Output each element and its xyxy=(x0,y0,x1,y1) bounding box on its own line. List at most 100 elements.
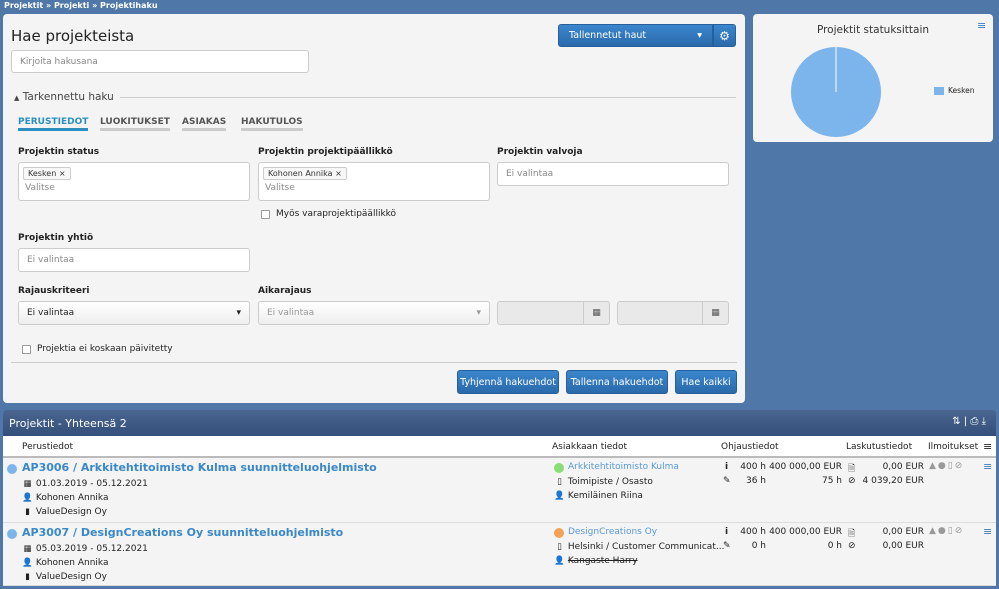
caret-down-icon: ▾ xyxy=(476,308,481,318)
divider xyxy=(11,362,737,363)
criteria-select[interactable]: Ei valintaa ▾ xyxy=(18,301,250,325)
caret-up-icon: ▲ xyxy=(14,94,20,102)
clear-button[interactable]: Tyhjennä hakuehdot xyxy=(457,370,559,394)
save-search-button[interactable]: Tallenna hakuehdot xyxy=(566,370,668,394)
search-all-button[interactable]: Hae kaikki xyxy=(675,370,737,394)
col-asiakkaan-tiedot: Asiakkaan tiedot xyxy=(552,442,628,452)
time-select[interactable]: Ei valintaa ▾ xyxy=(258,301,490,325)
user-icon: 👤 xyxy=(554,556,565,566)
other-hours: 75 h xyxy=(821,476,842,486)
manager-multiselect[interactable]: Kohonen Annika × Valitse xyxy=(258,162,490,201)
ban-icon: ⊘ xyxy=(848,476,856,486)
budget-eur: 400 000,00 EUR xyxy=(769,462,842,472)
company-select[interactable]: Ei valintaa xyxy=(18,248,250,272)
col-ilmoitukset: Ilmoitukset xyxy=(928,442,979,452)
invoiced-amount: 0,00 EUR xyxy=(882,527,924,537)
calendar-icon[interactable]: ▦ xyxy=(583,302,609,324)
time-label: Aikarajaus xyxy=(258,286,312,296)
document-icon: 🗎 xyxy=(848,529,856,539)
legend-item[interactable]: Kesken xyxy=(934,86,975,95)
tab-luokitukset[interactable]: LUOKITUKSET xyxy=(100,117,170,131)
project-company: ValueDesign Oy xyxy=(35,507,107,517)
ban-icon: ⊘ xyxy=(954,461,965,471)
download-icon[interactable]: ⤓ xyxy=(982,416,986,427)
advanced-search-toggle[interactable]: ▲ Tarkennettu haku xyxy=(14,91,114,103)
chart-title: Projektit statuksittain xyxy=(816,24,930,36)
never-updated-checkbox[interactable] xyxy=(22,344,31,354)
customer-link[interactable]: Arkkitehtitoimisto Kulma xyxy=(568,462,679,472)
budget-eur: 400 000,00 EUR xyxy=(769,527,842,537)
used-hours: 36 h xyxy=(745,476,766,486)
legend-swatch xyxy=(934,86,944,95)
uninvoiced-amount: 0,00 EUR xyxy=(882,541,924,551)
print-icon[interactable]: ⎙ xyxy=(970,416,978,427)
tab-perustiedot[interactable]: PERUSTIEDOT xyxy=(18,117,89,131)
row-menu-icon[interactable]: ≡ xyxy=(983,525,992,538)
document-icon: 🗎 xyxy=(848,464,856,474)
criteria-label: Rajauskriteeri xyxy=(18,286,90,296)
page-title: Hae projekteista xyxy=(11,27,135,45)
project-link[interactable]: AP3007 / DesignCreations Oy suunnitteluo… xyxy=(22,526,343,539)
col-laskutustiedot: Laskutustiedot xyxy=(846,442,913,452)
breadcrumb-projektit[interactable]: Projektit xyxy=(4,1,43,10)
customer-status-dot xyxy=(554,528,564,538)
project-link[interactable]: AP3006 / Arkkitehtitoimisto Kulma suunni… xyxy=(22,461,377,474)
deputy-checkbox[interactable] xyxy=(261,209,270,219)
col-ohjaustiedot: Ohjaustiedot xyxy=(721,442,779,452)
start-date-input[interactable]: ▦ xyxy=(497,301,610,325)
building-icon: ▮ xyxy=(25,507,30,517)
project-manager: Kohonen Annika xyxy=(35,558,109,568)
invoiced-amount: 0,00 EUR xyxy=(882,462,924,472)
project-dates: 05.03.2019 - 05.12.2021 xyxy=(35,544,148,554)
deputy-checkbox-label: Myös varaprojektipäällikkö xyxy=(276,209,397,219)
user-icon: 👤 xyxy=(22,493,33,503)
criteria-value: Ei valintaa xyxy=(27,308,75,318)
end-date-input[interactable]: ▦ xyxy=(617,301,729,325)
document-icon: ▯ xyxy=(947,461,955,471)
customer-contact: Kangaste Harry xyxy=(567,556,638,566)
menu-icon[interactable]: ≡ xyxy=(977,19,986,32)
never-updated-label: Projektia ei koskaan päivitetty xyxy=(37,344,173,354)
status-chip: Kesken × xyxy=(23,167,71,180)
caret-down-icon: ▾ xyxy=(697,30,702,41)
gears-icon[interactable]: ⚙ xyxy=(713,24,736,47)
caret-down-icon: ▾ xyxy=(236,308,241,318)
budget-hours: 400 h xyxy=(740,527,766,537)
columns-menu-icon[interactable]: ≡ xyxy=(983,440,992,453)
manager-placeholder: Valitse xyxy=(265,183,295,193)
info-icon: i xyxy=(725,527,729,537)
row-menu-icon[interactable]: ≡ xyxy=(983,460,992,473)
customer-link[interactable]: DesignCreations Oy xyxy=(568,527,657,537)
search-input[interactable]: Kirjoita hakusana xyxy=(11,50,309,73)
supervisor-label: Projektin valvoja xyxy=(497,147,583,157)
calendar-icon: ▦ xyxy=(23,544,32,554)
manager-chip-label: Kohonen Annika xyxy=(268,169,333,178)
never-updated-row[interactable]: Projektia ei koskaan päivitetty xyxy=(22,344,173,354)
tab-asiakas[interactable]: ASIAKAS xyxy=(182,117,227,131)
building-icon: ▯ xyxy=(557,542,562,552)
sort-icon[interactable]: ⇅ xyxy=(952,416,960,427)
edit-icon: ✎ xyxy=(723,476,731,486)
customer-unit: Helsinki / Customer Communicat... xyxy=(567,542,725,552)
calendar-icon[interactable]: ▦ xyxy=(702,302,728,324)
ban-icon: ⊘ xyxy=(848,541,856,551)
tab-hakutulos[interactable]: HAKUTULOS xyxy=(241,117,303,131)
status-dot xyxy=(7,529,17,539)
customer-contact: Kemiläinen Riina xyxy=(567,491,643,501)
saved-searches-label: Tallennetut haut xyxy=(569,30,647,41)
deputy-checkbox-row[interactable]: Myös varaprojektipäällikkö xyxy=(261,209,396,219)
edit-icon: ✎ xyxy=(723,541,731,551)
user-icon: 👤 xyxy=(22,558,33,568)
remove-icon[interactable]: × xyxy=(59,169,66,178)
document-icon: ▯ xyxy=(947,526,955,536)
remove-icon[interactable]: × xyxy=(335,169,342,178)
breadcrumb-projekti[interactable]: Projekti xyxy=(54,1,89,10)
saved-searches-dropdown[interactable]: Tallennetut haut ▾ xyxy=(558,24,713,47)
status-multiselect[interactable]: Kesken × Valitse xyxy=(18,162,250,201)
breadcrumb-projektihaku[interactable]: Projektihaku xyxy=(100,1,157,10)
status-chip-label: Kesken xyxy=(28,169,57,178)
supervisor-select[interactable]: Ei valintaa xyxy=(497,162,729,186)
company-label: Projektin yhtiö xyxy=(18,233,94,243)
column-headers: Perustiedot Asiakkaan tiedot Ohjaustiedo… xyxy=(3,436,996,458)
pie-chart xyxy=(791,47,881,137)
